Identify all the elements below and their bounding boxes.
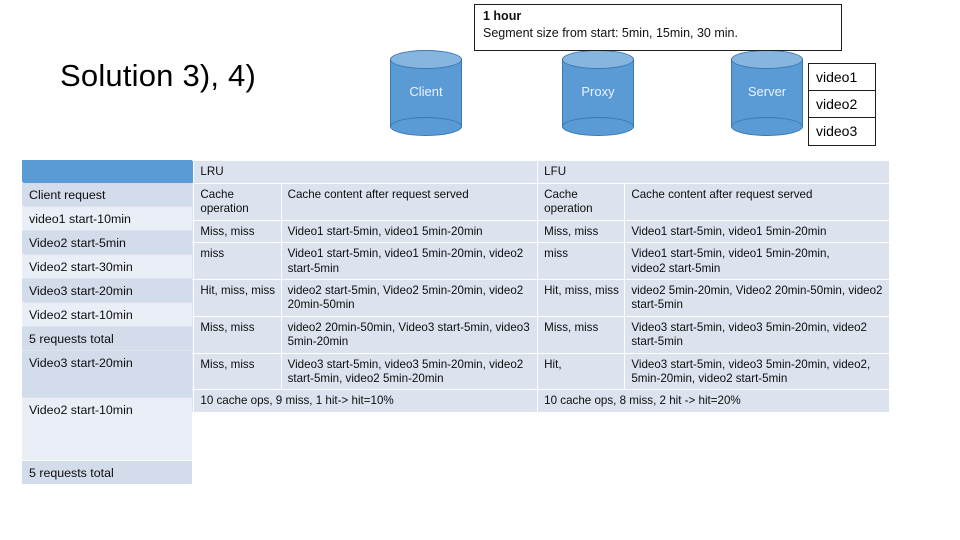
cell-lfu-operation: Hit, <box>538 353 625 390</box>
node-label-client: Client <box>409 84 443 99</box>
subheader-lru-content: Cache content after request served <box>281 184 538 220</box>
diagram-area: Solution 3), 4) 1 hour Segment size from… <box>0 0 960 155</box>
cell-lfu-operation: miss <box>538 243 625 280</box>
video-box-3: video3 <box>808 117 876 146</box>
cylinder-bottom <box>390 117 462 136</box>
cell-lru-operation: Hit, miss, miss <box>194 280 281 316</box>
cylinder-top <box>731 50 803 69</box>
page-title: Solution 3), 4) <box>60 58 256 93</box>
note-line-2: Segment size from start: 5min, 15min, 30… <box>483 26 738 40</box>
left-row-5: Video2 start-10min <box>22 303 192 326</box>
video-box-1: video1 <box>808 63 876 92</box>
video-box-2: video2 <box>808 90 876 119</box>
subheader-lru-operation: Cache operation <box>194 184 281 220</box>
cell-lru-operation: miss <box>194 243 281 280</box>
cell-lru-content: Video1 start-5min, video1 5min-20min <box>281 220 538 243</box>
cylinder-top <box>390 50 462 69</box>
cell-lfu-content: Video1 start-5min, video1 5min-20min <box>625 220 889 243</box>
left-row-4: Video3 start-20min <box>22 279 192 302</box>
cell-lfu-content: Video3 start-5min, video3 5min-20min, vi… <box>625 316 889 353</box>
subheader-lfu-operation: Cache operation <box>538 184 625 220</box>
node-server: Server <box>731 50 803 136</box>
cylinder-bottom <box>562 117 634 136</box>
total-lfu: 10 cache ops, 8 miss, 2 hit -> hit=20% <box>538 390 889 412</box>
cell-lfu-operation: Miss, miss <box>538 316 625 353</box>
cell-lru-content: Video3 start-5min, video3 5min-20min, vi… <box>281 353 538 390</box>
cell-lru-content: Video1 start-5min, video1 5min-20min, vi… <box>281 243 538 280</box>
left-column-header <box>22 160 192 182</box>
cell-lfu-content: Video1 start-5min, video1 5min-20min, vi… <box>625 243 889 280</box>
cell-lru-operation: Miss, miss <box>194 353 281 390</box>
group-header-lfu: LFU <box>538 161 889 183</box>
cell-lfu-operation: Hit, miss, miss <box>538 280 625 316</box>
left-row-1: video1 start-10min <box>22 207 192 230</box>
note-callout: 1 hour Segment size from start: 5min, 15… <box>474 4 842 51</box>
group-header-lru: LRU <box>194 161 538 183</box>
cell-lfu-content: Video3 start-5min, video3 5min-20min, vi… <box>625 353 889 390</box>
cylinder-top <box>562 50 634 69</box>
left-row-7: Video3 start-20min <box>22 351 192 397</box>
cell-lru-operation: Miss, miss <box>194 316 281 353</box>
left-row-3: Video2 start-30min <box>22 255 192 278</box>
cell-lru-operation: Miss, miss <box>194 220 281 243</box>
node-client: Client <box>390 50 462 136</box>
left-row-0: Client request <box>22 183 192 206</box>
subheader-lfu-content: Cache content after request served <box>625 184 889 220</box>
client-request-column: Client request video1 start-10min Video2… <box>22 160 192 485</box>
total-lru: 10 cache ops, 9 miss, 1 hit-> hit=10% <box>194 390 538 412</box>
left-row-6: 5 requests total <box>22 327 192 350</box>
cell-lfu-operation: Miss, miss <box>538 220 625 243</box>
cell-lfu-content: video2 5min-20min, Video2 20min-50min, v… <box>625 280 889 316</box>
cell-lru-content: video2 20min-50min, Video3 start-5min, v… <box>281 316 538 353</box>
cylinder-bottom <box>731 117 803 136</box>
left-row-8: Video2 start-10min <box>22 398 192 460</box>
left-row-2: Video2 start-5min <box>22 231 192 254</box>
node-label-proxy: Proxy <box>581 84 615 99</box>
left-row-9: 5 requests total <box>22 461 192 484</box>
node-proxy: Proxy <box>562 50 634 136</box>
note-line-1: 1 hour <box>483 9 522 23</box>
node-label-server: Server <box>747 84 787 99</box>
cell-lru-content: video2 start-5min, Video2 5min-20min, vi… <box>281 280 538 316</box>
